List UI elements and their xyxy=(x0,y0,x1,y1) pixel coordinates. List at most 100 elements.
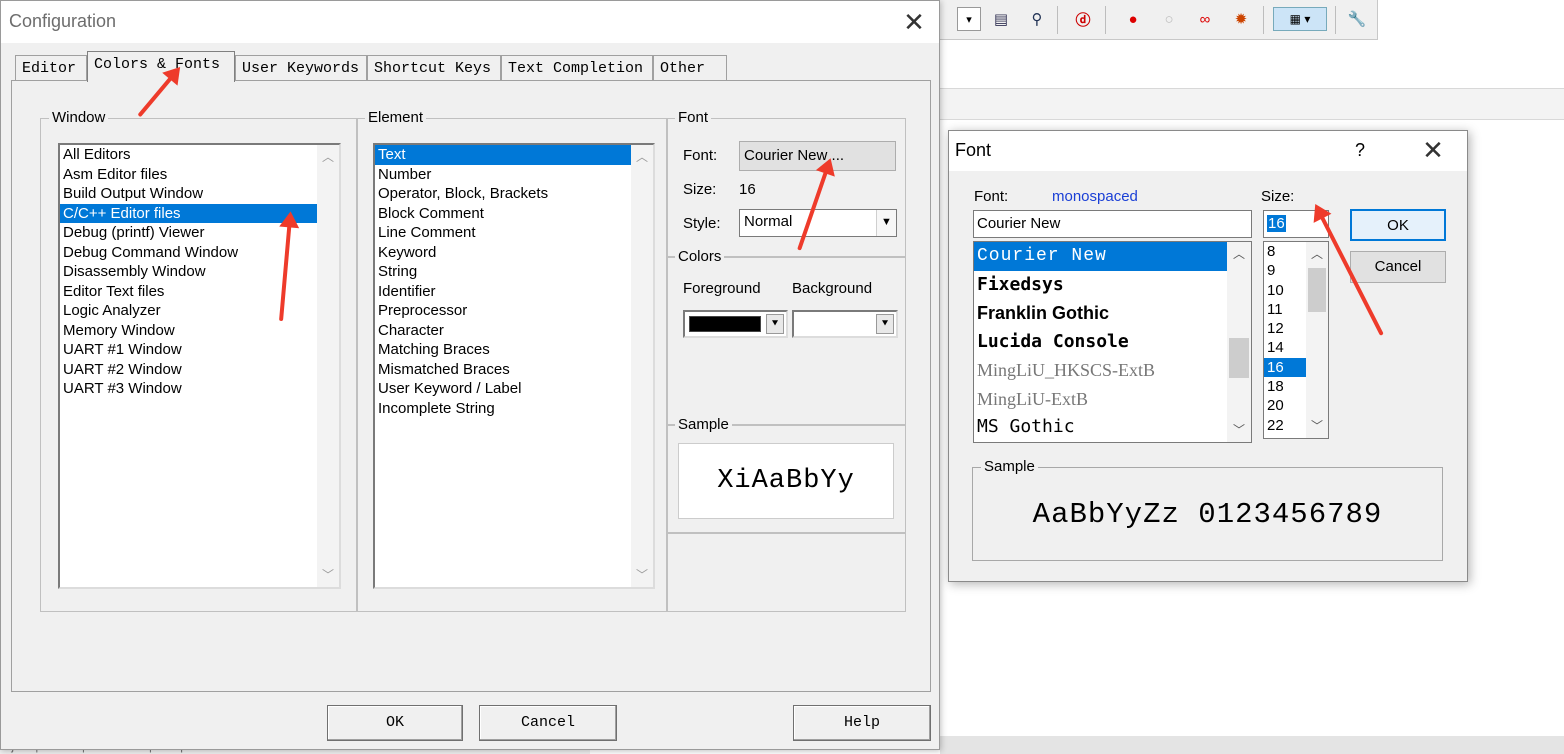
font-dialog-font-label: Font: xyxy=(974,188,1009,205)
element-list-item[interactable]: Incomplete String xyxy=(375,399,631,419)
font-cancel-button[interactable]: Cancel xyxy=(1350,251,1446,283)
font-list-item[interactable]: MingLiU_HKSCS-ExtB xyxy=(974,356,1227,385)
window-layout-icon[interactable]: ▦ ▾ xyxy=(1273,7,1327,31)
dropdown-arrow-icon[interactable]: ⯆ xyxy=(766,314,784,334)
scroll-up-icon[interactable]: ︿ xyxy=(1306,244,1328,264)
element-list-item[interactable]: Line Comment xyxy=(375,223,631,243)
size-list[interactable]: 8 9 10 11 12 14 16 18 20 22 ︿ ﹀ xyxy=(1263,241,1329,439)
ok-button[interactable]: OK xyxy=(327,705,463,741)
colors-group: Colors Foreground Background ⯆ ⯆ xyxy=(666,248,906,425)
font-list-item[interactable]: MingLiU-ExtB xyxy=(974,385,1227,414)
font-list-item[interactable]: Fixedsys xyxy=(974,271,1227,300)
size-list-item[interactable]: 10 xyxy=(1264,281,1306,300)
scroll-down-icon[interactable]: ﹀ xyxy=(1306,416,1328,436)
window-list-item[interactable]: Memory Window xyxy=(60,321,317,341)
window-list-item[interactable]: Editor Text files xyxy=(60,282,317,302)
element-list-item[interactable]: Keyword xyxy=(375,243,631,263)
tab-user-keywords[interactable]: User Keywords xyxy=(235,55,367,81)
scroll-up-icon[interactable]: ︿ xyxy=(317,147,339,167)
scroll-down-icon[interactable]: ﹀ xyxy=(1227,420,1251,440)
font-list-scrollbar[interactable]: ︿ ﹀ xyxy=(1227,242,1251,442)
size-list-item[interactable]: 18 xyxy=(1264,377,1306,396)
help-icon[interactable]: ? xyxy=(1355,140,1365,161)
size-list-item[interactable]: 11 xyxy=(1264,300,1306,319)
document-search-icon[interactable]: ▤ xyxy=(989,7,1013,31)
dropdown-arrow-icon[interactable]: ⯆ xyxy=(876,314,894,334)
remove-breakpoint-icon[interactable]: ∞ xyxy=(1193,7,1217,31)
size-list-item[interactable]: 16 xyxy=(1264,357,1306,378)
cancel-button[interactable]: Cancel xyxy=(479,705,617,741)
debug-start-icon[interactable]: ⓓ xyxy=(1071,7,1095,31)
scroll-down-icon[interactable]: ﹀ xyxy=(631,565,653,585)
window-group-label: Window xyxy=(49,109,109,126)
element-list-item[interactable]: User Keyword / Label xyxy=(375,379,631,399)
size-list-item[interactable]: 22 xyxy=(1264,416,1306,435)
window-group: Window All Editors Asm Editor files Build … xyxy=(40,109,358,612)
element-list-item[interactable]: Block Comment xyxy=(375,204,631,224)
kill-breakpoints-icon[interactable]: ✹ xyxy=(1229,7,1253,31)
font-ok-button[interactable]: OK xyxy=(1350,209,1446,241)
font-list-item[interactable]: MS Gothic xyxy=(974,413,1227,442)
scroll-up-icon[interactable]: ︿ xyxy=(1227,244,1251,264)
window-list-item[interactable]: UART #2 Window xyxy=(60,360,317,380)
window-list-item[interactable]: Debug Command Window xyxy=(60,243,317,263)
style-select[interactable]: Normal ▼ xyxy=(739,209,897,237)
window-list-item[interactable]: UART #3 Window xyxy=(60,379,317,399)
font-list-item[interactable]: Courier New xyxy=(974,242,1227,271)
font-group-label: Font xyxy=(675,109,712,126)
window-list-item[interactable]: C/C++ Editor files xyxy=(60,203,317,223)
element-list-item[interactable]: Number xyxy=(375,165,631,185)
tab-other[interactable]: Other xyxy=(653,55,727,81)
size-list-item[interactable]: 9 xyxy=(1264,261,1306,280)
tab-shortcut-keys[interactable]: Shortcut Keys xyxy=(367,55,501,81)
window-list-item[interactable]: All Editors xyxy=(60,145,317,165)
breakpoint-icon[interactable]: ● xyxy=(1121,7,1145,31)
size-list-item[interactable]: 12 xyxy=(1264,319,1306,338)
background-color-picker[interactable]: ⯆ xyxy=(792,310,898,338)
font-list-item[interactable]: Lucida Console xyxy=(974,328,1227,357)
element-list-scrollbar[interactable]: ︿ ﹀ xyxy=(631,145,653,587)
font-name-list[interactable]: Courier New Fixedsys Franklin Gothic Lucida… xyxy=(973,241,1252,443)
foreground-label: Foreground xyxy=(683,280,761,297)
size-list-scrollbar[interactable]: ︿ ﹀ xyxy=(1306,242,1328,438)
font-list-item[interactable]: Franklin Gothic xyxy=(974,299,1227,328)
window-list-scrollbar[interactable]: ︿ ﹀ xyxy=(317,145,339,587)
element-list[interactable]: Text Number Operator, Block, Brackets Block… xyxy=(373,143,655,589)
window-list-item[interactable]: Disassembly Window xyxy=(60,262,317,282)
disabled-breakpoint-icon[interactable]: ○ xyxy=(1157,7,1181,31)
binoculars-icon[interactable]: ⚲ xyxy=(1025,7,1049,31)
size-list-item[interactable]: 14 xyxy=(1264,338,1306,357)
scroll-thumb[interactable] xyxy=(1308,268,1326,312)
help-button[interactable]: Help xyxy=(793,705,931,741)
config-close-icon[interactable]: ✕ xyxy=(897,9,931,39)
element-group: Element Text Number Operator, Block, Brack… xyxy=(356,109,668,612)
element-list-item[interactable]: String xyxy=(375,262,631,282)
scroll-thumb[interactable] xyxy=(1229,338,1249,378)
window-list-item[interactable]: UART #1 Window xyxy=(60,340,317,360)
element-list-item[interactable]: Operator, Block, Brackets xyxy=(375,184,631,204)
window-list[interactable]: All Editors Asm Editor files Build Output … xyxy=(58,143,341,589)
scroll-down-icon[interactable]: ﹀ xyxy=(317,565,339,585)
element-list-item[interactable]: Preprocessor xyxy=(375,301,631,321)
dropdown-arrow-icon[interactable]: ▼ xyxy=(876,210,896,236)
tab-text-completion[interactable]: Text Completion xyxy=(501,55,653,81)
size-list-item[interactable]: 20 xyxy=(1264,396,1306,415)
element-list-item[interactable]: Character xyxy=(375,321,631,341)
tab-colors-fonts[interactable]: Colors & Fonts xyxy=(87,51,235,82)
scroll-up-icon[interactable]: ︿ xyxy=(631,147,653,167)
size-value: 16 xyxy=(739,181,756,198)
element-list-item[interactable]: Mismatched Braces xyxy=(375,360,631,380)
element-list-item[interactable]: Identifier xyxy=(375,282,631,302)
element-list-item[interactable]: Matching Braces xyxy=(375,340,631,360)
font-close-icon[interactable]: ✕ xyxy=(1413,137,1453,163)
window-list-item[interactable]: Build Output Window xyxy=(60,184,317,204)
element-list-item[interactable]: Text xyxy=(375,145,631,165)
wrench-icon[interactable]: 🔧 xyxy=(1345,7,1369,31)
size-list-item[interactable]: 8 xyxy=(1264,242,1306,261)
window-list-item[interactable]: Asm Editor files xyxy=(60,165,317,185)
foreground-color-picker[interactable]: ⯆ xyxy=(683,310,788,338)
font-name-input[interactable]: Courier New xyxy=(973,210,1252,238)
tab-editor[interactable]: Editor xyxy=(15,55,87,81)
background-label: Background xyxy=(792,280,873,297)
dropdown-icon[interactable]: ▾ xyxy=(957,7,981,31)
